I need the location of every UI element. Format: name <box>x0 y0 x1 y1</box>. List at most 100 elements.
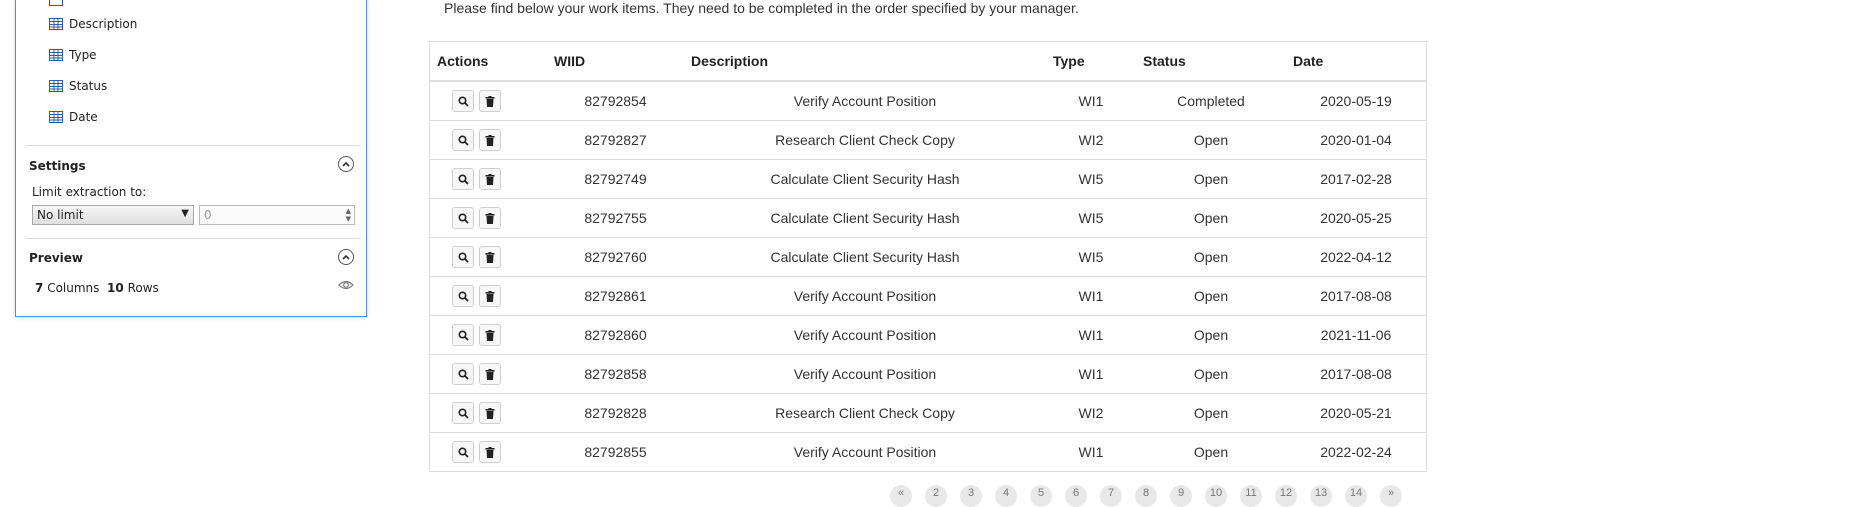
delete-button[interactable] <box>479 363 501 385</box>
page-button[interactable]: 11 <box>1240 485 1262 507</box>
delete-button[interactable] <box>479 246 501 268</box>
cell-date: 2021-11-06 <box>1286 315 1426 355</box>
cell-wiid: 82792749 <box>547 159 684 199</box>
eye-icon[interactable] <box>338 279 354 291</box>
delete-button[interactable] <box>479 207 501 229</box>
delete-button[interactable] <box>479 168 501 190</box>
header-description[interactable]: Description <box>684 42 1046 82</box>
limit-select-value: No limit <box>37 208 84 222</box>
pagination: « 2 3 4 5 6 7 8 9 10 11 12 13 14 » <box>890 485 1402 507</box>
page-button[interactable]: 9 <box>1170 485 1192 507</box>
magnifier-icon <box>457 407 469 419</box>
cell-type: WI1 <box>1046 315 1136 355</box>
extraction-panel: Description Type Status Date Settings Li… <box>15 0 367 317</box>
header-actions: Actions <box>430 42 547 82</box>
page-button[interactable]: 10 <box>1205 485 1227 507</box>
cell-wiid: 82792760 <box>547 237 684 277</box>
chevron-up-icon <box>342 161 350 167</box>
table-header-row: Actions WIID Description Type Status Dat… <box>430 42 1426 82</box>
cell-description: Verify Account Position <box>684 432 1046 471</box>
settings-collapse-button[interactable] <box>338 156 354 172</box>
work-items-table: Actions WIID Description Type Status Dat… <box>430 42 1426 471</box>
table-row: 82792749 Calculate Client Security Hash … <box>430 159 1426 199</box>
delete-button[interactable] <box>479 90 501 112</box>
header-wiid[interactable]: WIID <box>547 42 684 82</box>
cell-status: Open <box>1136 120 1286 160</box>
cell-date: 2022-02-24 <box>1286 432 1426 471</box>
trash-icon <box>485 212 495 224</box>
trash-icon <box>485 173 495 185</box>
cell-date: 2020-05-21 <box>1286 393 1426 433</box>
view-button[interactable] <box>452 90 474 112</box>
cell-wiid: 82792858 <box>547 354 684 394</box>
table-row: 82792827 Research Client Check Copy WI2 … <box>430 120 1426 160</box>
header-date[interactable]: Date <box>1286 42 1426 82</box>
table-row: 82792861 Verify Account Position WI1 Ope… <box>430 276 1426 316</box>
view-button[interactable] <box>452 441 474 463</box>
view-button[interactable] <box>452 168 474 190</box>
chevron-up-icon <box>342 254 350 260</box>
trash-icon <box>485 329 495 341</box>
preview-collapse-button[interactable] <box>338 249 354 265</box>
page-button[interactable]: 4 <box>995 485 1017 507</box>
table-row: 82792828 Research Client Check Copy WI2 … <box>430 393 1426 433</box>
view-button[interactable] <box>452 246 474 268</box>
cell-description: Verify Account Position <box>684 315 1046 355</box>
cell-description: Calculate Client Security Hash <box>684 237 1046 277</box>
page-button[interactable]: « <box>890 485 912 507</box>
page-button[interactable]: 2 <box>925 485 947 507</box>
view-button[interactable] <box>452 285 474 307</box>
column-item-partial <box>49 0 69 8</box>
delete-button[interactable] <box>479 402 501 424</box>
columns-word: Columns <box>47 281 100 295</box>
delete-button[interactable] <box>479 285 501 307</box>
page-button[interactable]: 13 <box>1310 485 1332 507</box>
cell-wiid: 82792827 <box>547 120 684 160</box>
column-label: Status <box>69 79 108 93</box>
page-button[interactable]: 14 <box>1345 485 1367 507</box>
page-button[interactable]: 3 <box>960 485 982 507</box>
table-column-icon <box>49 111 63 123</box>
page-button[interactable]: 6 <box>1065 485 1087 507</box>
cell-status: Open <box>1136 198 1286 238</box>
table-row: 82792760 Calculate Client Security Hash … <box>430 237 1426 277</box>
view-button[interactable] <box>452 363 474 385</box>
row-actions <box>430 159 547 199</box>
magnifier-icon <box>457 212 469 224</box>
cell-status: Open <box>1136 354 1286 394</box>
table-row: 82792860 Verify Account Position WI1 Ope… <box>430 315 1426 355</box>
settings-title: Settings <box>29 159 86 173</box>
page-button[interactable]: 7 <box>1100 485 1122 507</box>
page-button[interactable]: 5 <box>1030 485 1052 507</box>
table-row: 82792755 Calculate Client Security Hash … <box>430 198 1426 238</box>
limit-select[interactable]: No limit ▼ <box>32 205 194 225</box>
page-button[interactable]: 12 <box>1275 485 1297 507</box>
view-button[interactable] <box>452 402 474 424</box>
cell-status: Open <box>1136 393 1286 433</box>
page-button[interactable]: » <box>1380 485 1402 507</box>
column-item-description[interactable]: Description <box>49 16 137 32</box>
magnifier-icon <box>457 446 469 458</box>
cell-type: WI1 <box>1046 354 1136 394</box>
column-item-date[interactable]: Date <box>49 109 98 125</box>
cell-type: WI5 <box>1046 159 1136 199</box>
divider <box>25 145 361 146</box>
view-button[interactable] <box>452 324 474 346</box>
limit-number-input[interactable]: 0 ▲ ▼ <box>199 205 355 225</box>
table-row: 82792858 Verify Account Position WI1 Ope… <box>430 354 1426 394</box>
delete-button[interactable] <box>479 129 501 151</box>
header-status[interactable]: Status <box>1136 42 1286 82</box>
delete-button[interactable] <box>479 441 501 463</box>
spinner-arrows-icon[interactable]: ▲ ▼ <box>346 207 351 223</box>
row-actions <box>430 237 547 277</box>
row-actions <box>430 198 547 238</box>
view-button[interactable] <box>452 207 474 229</box>
page-button[interactable]: 8 <box>1135 485 1157 507</box>
view-button[interactable] <box>452 129 474 151</box>
header-type[interactable]: Type <box>1046 42 1136 82</box>
delete-button[interactable] <box>479 324 501 346</box>
preview-summary: 7 Columns 10 Rows <box>35 281 159 295</box>
column-item-status[interactable]: Status <box>49 78 107 94</box>
column-item-type[interactable]: Type <box>49 47 97 63</box>
cell-status: Open <box>1136 276 1286 316</box>
